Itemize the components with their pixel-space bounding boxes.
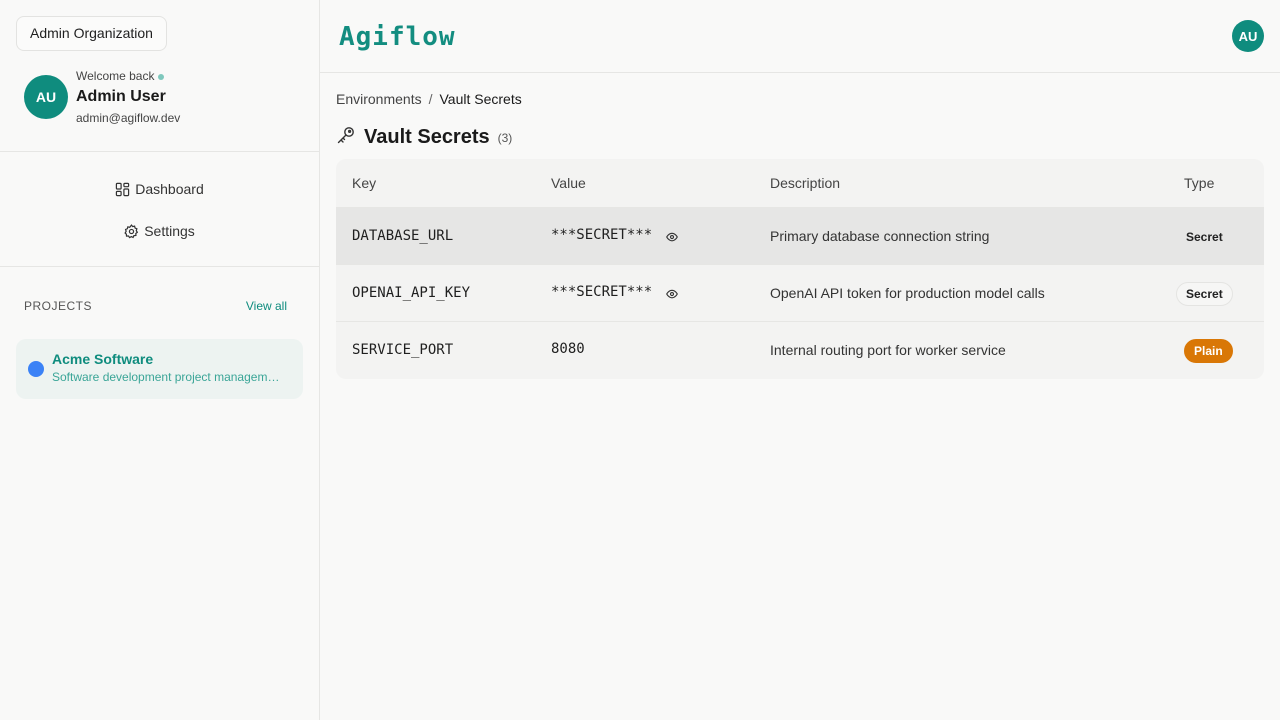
table-header: Key Value Description Type (336, 159, 1264, 207)
sidebar-item-settings[interactable]: Settings (0, 215, 319, 247)
breadcrumb-environments-link[interactable]: Environments (336, 91, 422, 107)
projects-header: PROJECTS View all (24, 298, 287, 316)
page-title: Vault Secrets (364, 125, 490, 148)
sidebar-item-label: Dashboard (135, 181, 204, 197)
column-header-description: Description (770, 175, 841, 191)
online-status-dot (158, 73, 165, 80)
secret-description: Internal routing port for worker service (770, 342, 1006, 358)
breadcrumb: Environments / Vault Secrets (336, 91, 522, 107)
welcome-label: Welcome back (76, 69, 155, 83)
eye-icon[interactable] (666, 230, 678, 248)
welcome-text: Welcome back (76, 69, 165, 83)
secret-key: SERVICE_PORT (352, 342, 454, 358)
project-card-acme-software[interactable]: Acme Software Software development proje… (16, 339, 303, 399)
table-row[interactable]: DATABASE_URL ***SECRET*** Primary databa… (336, 207, 1264, 264)
breadcrumb-current: Vault Secrets (439, 91, 522, 107)
column-header-value: Value (551, 175, 586, 191)
type-badge-secret: Secret (1176, 225, 1233, 249)
secret-key: OPENAI_API_KEY (352, 285, 471, 301)
app-root: Admin Organization AU Welcome back Admin… (0, 0, 1280, 720)
table-row[interactable]: OPENAI_API_KEY ***SECRET*** OpenAI API t… (336, 264, 1264, 321)
breadcrumb-separator: / (428, 91, 433, 107)
eye-icon[interactable] (666, 287, 678, 305)
secret-count: (3) (497, 131, 513, 145)
sidebar-item-label: Settings (144, 223, 195, 239)
sidebar: Admin Organization AU Welcome back Admin… (0, 0, 320, 720)
key-icon (336, 125, 356, 150)
agiflow-logo[interactable]: Agiflow (339, 20, 456, 54)
secret-description: OpenAI API token for production model ca… (770, 285, 1045, 301)
secret-value: 8080 (551, 341, 585, 357)
user-email: admin@agiflow.dev (76, 111, 181, 125)
secrets-table: Key Value Description Type DATABASE_URL … (336, 159, 1264, 379)
secret-value: ***SECRET*** (551, 227, 653, 243)
header-user-avatar[interactable]: AU (1232, 20, 1264, 52)
column-header-type: Type (1184, 175, 1215, 191)
organization-switcher-button[interactable]: Admin Organization (16, 16, 167, 51)
project-description: Software development project management (52, 370, 284, 384)
secret-description: Primary database connection string (770, 228, 990, 244)
type-badge-plain: Plain (1184, 339, 1233, 363)
table-row[interactable]: SERVICE_PORT 8080 Internal routing port … (336, 321, 1264, 378)
user-profile: AU Welcome back Admin User admin@agiflow… (24, 67, 304, 127)
project-name: Acme Software (52, 351, 154, 367)
page-title-row: Vault Secrets (3) (336, 124, 512, 150)
top-header: Agiflow AU (320, 0, 1280, 73)
sidebar-item-dashboard[interactable]: Dashboard (0, 173, 319, 205)
type-badge-secret: Secret (1176, 282, 1233, 306)
view-all-projects-link[interactable]: View all (246, 299, 287, 313)
dashboard-icon (115, 182, 130, 197)
gear-icon (124, 223, 139, 239)
projects-title: PROJECTS (24, 299, 93, 313)
secret-value: ***SECRET*** (551, 284, 653, 300)
sidebar-divider (0, 266, 319, 267)
user-name: Admin User (76, 88, 166, 105)
project-color-dot (28, 361, 44, 377)
secret-key: DATABASE_URL (352, 228, 454, 244)
sidebar-divider (0, 151, 319, 152)
column-header-key: Key (352, 175, 377, 191)
user-avatar[interactable]: AU (24, 75, 68, 119)
